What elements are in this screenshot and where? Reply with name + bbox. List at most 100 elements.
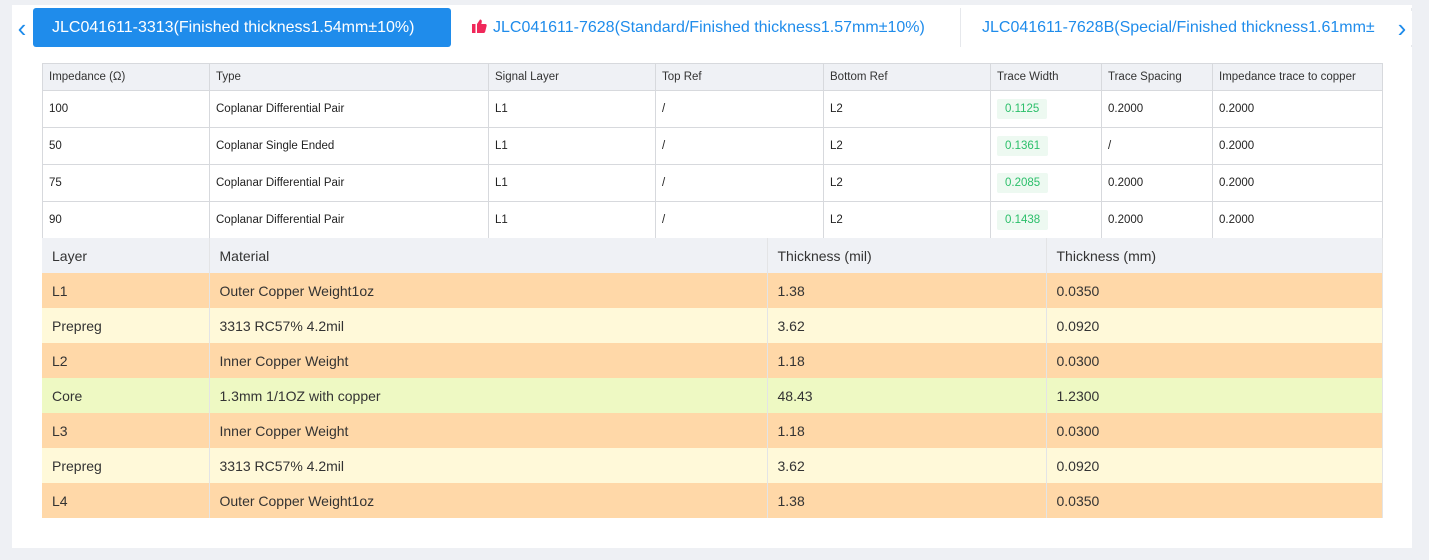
trace-width-value: 0.2085 — [997, 173, 1049, 193]
table-cell: / — [1101, 127, 1213, 165]
table-cell: Prepreg — [42, 448, 210, 483]
column-header: Impedance trace to copper — [1212, 63, 1383, 91]
table-cell: 3.62 — [767, 308, 1047, 343]
trace-width-value: 0.1438 — [997, 210, 1049, 230]
stackup-table: Layer Material Thickness (mil) Thickness… — [42, 238, 1383, 518]
table-row: 100 Coplanar Differential Pair L1 / L2 0… — [42, 90, 1383, 128]
table-cell: / — [655, 164, 824, 202]
table-cell: 0.2000 — [1101, 90, 1213, 128]
table-cell: L2 — [823, 164, 991, 202]
column-header: Trace Width — [990, 63, 1102, 91]
table-cell: L2 — [823, 201, 991, 239]
table-cell: Coplanar Single Ended — [209, 127, 489, 165]
table-row: 75 Coplanar Differential Pair L1 / L2 0.… — [42, 164, 1383, 202]
column-header: Trace Spacing — [1101, 63, 1213, 91]
table-cell: L2 — [823, 90, 991, 128]
table-cell: 0.2000 — [1212, 164, 1383, 202]
stackup-panel: JLC041611-3313(Finished thickness1.54mm±… — [12, 5, 1412, 548]
layer-row-core: Core 1.3mm 1/1OZ with copper 48.43 1.230… — [42, 378, 1383, 413]
table-cell: 0.2000 — [1101, 201, 1213, 239]
table-cell: Core — [42, 378, 210, 413]
table-cell: / — [655, 127, 824, 165]
table-cell: 0.2085 — [990, 164, 1102, 202]
tab-label: JLC041611-7628(Standard/Finished thickne… — [493, 19, 925, 36]
tab-jlc041611-3313[interactable]: JLC041611-3313(Finished thickness1.54mm±… — [33, 8, 451, 47]
layer-row-copper: L2 Inner Copper Weight 1.18 0.0300 — [42, 343, 1383, 378]
table-cell: 3313 RC57% 4.2mil — [209, 308, 768, 343]
table-cell: L2 — [823, 127, 991, 165]
column-header: Bottom Ref — [823, 63, 991, 91]
table-cell: 0.0920 — [1046, 308, 1383, 343]
table-cell: Outer Copper Weight1oz — [209, 483, 768, 518]
table-cell: 0.1438 — [990, 201, 1102, 239]
table-cell: 0.0300 — [1046, 413, 1383, 448]
layer-row-copper: L3 Inner Copper Weight 1.18 0.0300 — [42, 413, 1383, 448]
impedance-table: Impedance (Ω) Type Signal Layer Top Ref … — [42, 63, 1383, 239]
table-cell: L1 — [488, 127, 656, 165]
trace-width-value: 0.1125 — [997, 99, 1048, 119]
table-cell: Outer Copper Weight1oz — [209, 273, 768, 308]
table-cell: 50 — [42, 127, 210, 165]
table-cell: 1.38 — [767, 483, 1047, 518]
chevron-right-icon[interactable]: › — [1392, 11, 1412, 45]
table-cell: 1.3mm 1/1OZ with copper — [209, 378, 768, 413]
table-cell: 0.0300 — [1046, 343, 1383, 378]
table-cell: L2 — [42, 343, 210, 378]
table-cell: 3313 RC57% 4.2mil — [209, 448, 768, 483]
table-cell: 3.62 — [767, 448, 1047, 483]
table-cell: Coplanar Differential Pair — [209, 90, 489, 128]
table-row: 50 Coplanar Single Ended L1 / L2 0.1361 … — [42, 127, 1383, 165]
tab-jlc041611-7628[interactable]: JLC041611-7628(Standard/Finished thickne… — [451, 8, 961, 47]
table-cell: Coplanar Differential Pair — [209, 201, 489, 239]
table-cell: 0.0920 — [1046, 448, 1383, 483]
table-cell: L1 — [488, 90, 656, 128]
column-header: Type — [209, 63, 489, 91]
table-cell: Prepreg — [42, 308, 210, 343]
column-header: Signal Layer — [488, 63, 656, 91]
table-cell: 100 — [42, 90, 210, 128]
table-cell: L3 — [42, 413, 210, 448]
trace-width-value: 0.1361 — [997, 136, 1049, 156]
table-cell: 0.2000 — [1212, 127, 1383, 165]
table-cell: Inner Copper Weight — [209, 343, 768, 378]
table-cell: 0.0350 — [1046, 273, 1383, 308]
tab-bar: JLC041611-3313(Finished thickness1.54mm±… — [12, 5, 1412, 51]
table-cell: / — [655, 201, 824, 239]
layer-row-copper: L4 Outer Copper Weight1oz 1.38 0.0350 — [42, 483, 1383, 518]
table-cell: 0.1361 — [990, 127, 1102, 165]
layer-row-copper: L1 Outer Copper Weight1oz 1.38 0.0350 — [42, 273, 1383, 308]
table-cell: 1.2300 — [1046, 378, 1383, 413]
tab-label: JLC041611-3313(Finished thickness1.54mm±… — [52, 19, 415, 36]
column-header: Thickness (mil) — [767, 238, 1047, 273]
column-header: Layer — [42, 238, 210, 273]
column-header: Material — [209, 238, 768, 273]
table-cell: 90 — [42, 201, 210, 239]
impedance-header-row: Impedance (Ω) Type Signal Layer Top Ref … — [42, 63, 1383, 91]
column-header: Impedance (Ω) — [42, 63, 210, 91]
tab-jlc041611-7628b[interactable]: JLC041611-7628B(Special/Finished thickne… — [962, 8, 1412, 47]
table-cell: 1.38 — [767, 273, 1047, 308]
layer-row-prepreg: Prepreg 3313 RC57% 4.2mil 3.62 0.0920 — [42, 448, 1383, 483]
table-cell: L1 — [488, 164, 656, 202]
table-cell: / — [655, 90, 824, 128]
table-cell: L4 — [42, 483, 210, 518]
table-cell: 75 — [42, 164, 210, 202]
chevron-left-icon[interactable]: ‹ — [12, 11, 32, 45]
table-cell: 1.18 — [767, 343, 1047, 378]
thumbs-up-icon — [472, 19, 487, 33]
table-cell: Inner Copper Weight — [209, 413, 768, 448]
table-cell: 0.2000 — [1212, 201, 1383, 239]
stackup-header-row: Layer Material Thickness (mil) Thickness… — [42, 238, 1383, 273]
table-cell: 48.43 — [767, 378, 1047, 413]
table-cell: 0.2000 — [1101, 164, 1213, 202]
table-cell: 0.0350 — [1046, 483, 1383, 518]
tab-label: JLC041611-7628B(Special/Finished thickne… — [982, 19, 1375, 36]
layer-row-prepreg: Prepreg 3313 RC57% 4.2mil 3.62 0.0920 — [42, 308, 1383, 343]
table-cell: L1 — [488, 201, 656, 239]
table-row: 90 Coplanar Differential Pair L1 / L2 0.… — [42, 201, 1383, 239]
column-header: Thickness (mm) — [1046, 238, 1383, 273]
table-cell: Coplanar Differential Pair — [209, 164, 489, 202]
table-cell: L1 — [42, 273, 210, 308]
table-cell: 0.2000 — [1212, 90, 1383, 128]
column-header: Top Ref — [655, 63, 824, 91]
